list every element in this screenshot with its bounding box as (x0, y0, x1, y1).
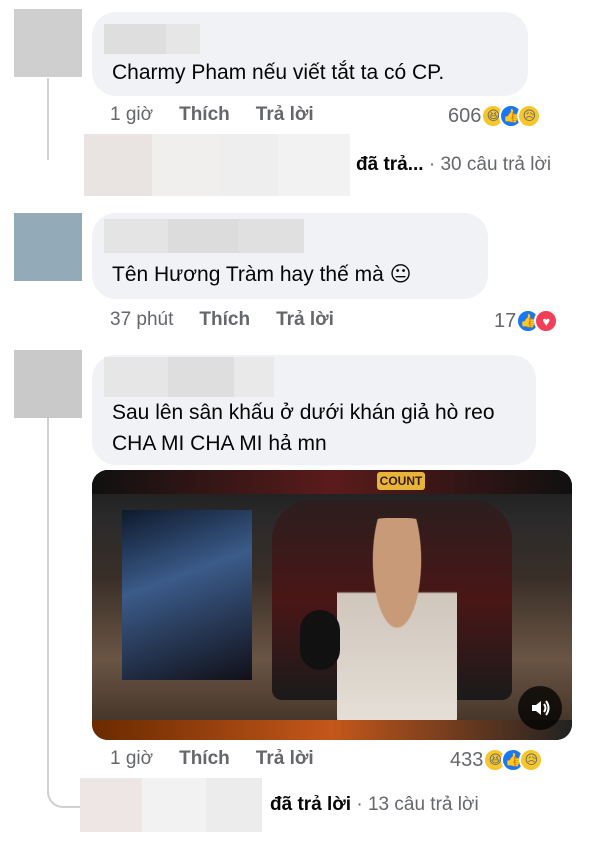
love-icon: ♥ (534, 309, 559, 333)
reaction-count: 433 (450, 748, 484, 771)
replier-avatars-redacted (84, 134, 350, 196)
reaction-count: 17 (494, 309, 517, 332)
comment-text: Tên Hương Tràm hay thế mà 😐 (112, 263, 412, 286)
avatar[interactable] (14, 213, 82, 281)
streamer (337, 518, 457, 728)
commenter-name-redacted[interactable] (104, 357, 274, 397)
reply-button[interactable]: Trả lời (256, 748, 314, 770)
thread-line (47, 418, 49, 778)
comment-text: Sau lên sân khấu ở dưới khán giả hò reo … (112, 401, 495, 455)
replies-prefix: đã trả lời (270, 794, 352, 815)
thread-connector (47, 770, 81, 808)
avatar[interactable] (14, 350, 82, 418)
sad-icon: 😥 (517, 104, 542, 128)
comment-time[interactable]: 1 giờ (110, 104, 153, 126)
reactions-summary[interactable]: 606 😆 👍 😥 (448, 104, 542, 128)
replies-separator: · (428, 154, 436, 175)
comment-bubble: Sau lên sân khấu ở dưới khán giả hò reo … (92, 355, 536, 465)
microphone (300, 610, 340, 670)
comment-text: Charmy Pham nếu viết tắt ta có CP. (112, 61, 445, 84)
replies-prefix: đã trả... (356, 154, 424, 175)
like-button[interactable]: Thích (199, 309, 250, 331)
view-replies-link[interactable]: đã trả... · 30 câu trả lời (84, 134, 551, 196)
sound-icon[interactable] (518, 686, 562, 730)
commenter-name-redacted[interactable] (104, 24, 200, 54)
comment-actions: 1 giờ Thích Trả lời (110, 104, 340, 126)
stream-badge: COUNT (377, 472, 425, 490)
stream-overlay-top (92, 470, 572, 494)
comment-actions: 37 phút Thích Trả lời (110, 309, 360, 331)
thread-line (47, 78, 49, 160)
like-button[interactable]: Thích (179, 748, 230, 770)
comment-actions: 1 giờ Thích Trả lời (110, 748, 340, 770)
avatar[interactable] (14, 9, 82, 77)
reply-button[interactable]: Trả lời (276, 309, 334, 331)
replier-avatars-redacted (80, 778, 262, 832)
reactions-summary[interactable]: 433 😆 👍 😥 (450, 748, 544, 772)
replies-separator: · (356, 794, 363, 815)
comment-time[interactable]: 1 giờ (110, 748, 153, 770)
comment-bubble: Charmy Pham nếu viết tắt ta có CP. (92, 12, 528, 96)
commenter-name-redacted[interactable] (104, 219, 304, 253)
reply-button[interactable]: Trả lời (256, 104, 314, 126)
background-pc (122, 510, 252, 680)
reactions-summary[interactable]: 17 👍 ♥ (494, 309, 559, 333)
view-replies-link[interactable]: đã trả lời · 13 câu trả lời (80, 778, 479, 832)
reaction-count: 606 (448, 104, 482, 127)
comment-time[interactable]: 37 phút (110, 309, 173, 331)
comment-bubble: Tên Hương Tràm hay thế mà 😐 (92, 213, 488, 299)
like-button[interactable]: Thích (179, 104, 230, 126)
video-player[interactable]: COUNT (92, 470, 572, 740)
sad-icon: 😥 (519, 748, 544, 772)
replies-count: 13 câu trả lời (367, 794, 479, 815)
stream-overlay-bottom (92, 720, 572, 740)
replies-count: 30 câu trả lời (440, 154, 552, 175)
